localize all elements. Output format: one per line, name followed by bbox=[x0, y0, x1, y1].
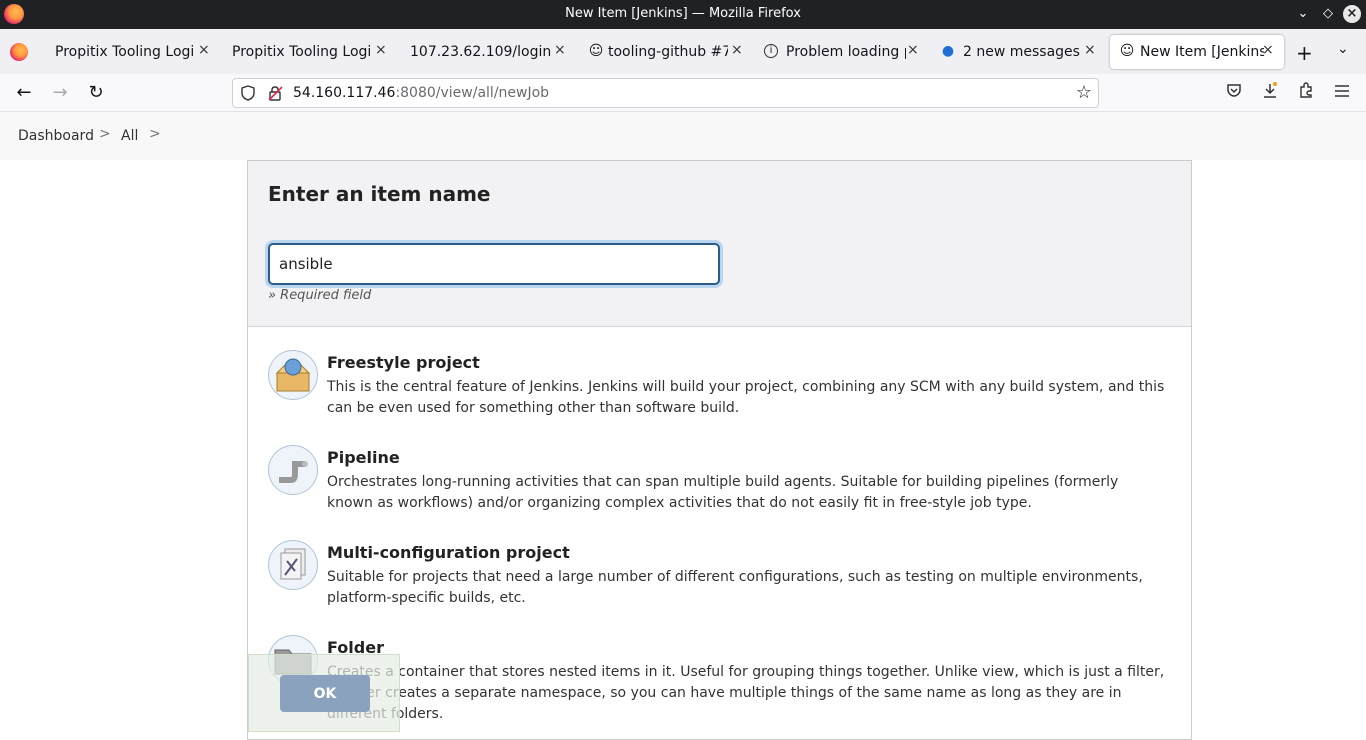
tab-label: Propitix Tooling Login bbox=[232, 44, 372, 60]
item-type-name: Freestyle project bbox=[327, 353, 480, 372]
list-all-tabs-button[interactable]: ⌄ bbox=[1337, 41, 1349, 57]
item-type-description: This is the central feature of Jenkins. … bbox=[327, 379, 1165, 416]
tab-new-item-jenkins[interactable]: ☺ New Item [Jenkins] × bbox=[1110, 35, 1284, 69]
pocket-icon[interactable] bbox=[1222, 82, 1246, 104]
tab-close-icon[interactable]: × bbox=[907, 42, 919, 58]
item-type-name: Pipeline bbox=[327, 448, 400, 467]
item-name-input[interactable] bbox=[268, 243, 720, 285]
new-item-panel: Enter an item name » Required field Free… bbox=[247, 160, 1192, 740]
extensions-icon[interactable] bbox=[1294, 82, 1318, 104]
navigation-bar: ← → ↻ 54.160.117.46:8080/view/all/newJob… bbox=[0, 74, 1366, 112]
tab-tooling-github[interactable]: ☺ tooling-github #7 [J × bbox=[576, 35, 748, 69]
tab-close-icon[interactable]: × bbox=[198, 42, 210, 58]
back-button[interactable]: ← bbox=[12, 82, 36, 104]
tab-label: 107.23.62.109/login.ph bbox=[410, 44, 552, 60]
item-type-description: Creates a container that stores nested i… bbox=[327, 664, 1165, 722]
ok-button-container: OK bbox=[248, 654, 400, 732]
breadcrumb-separator-icon[interactable]: > bbox=[149, 126, 161, 142]
info-icon: i bbox=[764, 44, 778, 58]
breadcrumb-separator-icon[interactable]: > bbox=[99, 126, 111, 142]
jenkins-icon: ☺ bbox=[1119, 43, 1135, 59]
pipeline-icon bbox=[268, 445, 318, 495]
tab-close-icon[interactable]: × bbox=[1262, 42, 1274, 58]
breadcrumb-all[interactable]: All bbox=[121, 128, 138, 144]
item-type-name: Multi-configuration project bbox=[327, 543, 570, 562]
tab-problem-loading[interactable]: i Problem loading pa × bbox=[752, 35, 924, 69]
freestyle-project-icon bbox=[268, 350, 318, 400]
ok-button[interactable]: OK bbox=[280, 675, 370, 712]
jenkins-icon: ☺ bbox=[588, 43, 604, 59]
bookmark-star-icon[interactable]: ☆ bbox=[1076, 82, 1092, 103]
tab-close-icon[interactable]: × bbox=[554, 42, 566, 58]
firefox-view-icon[interactable] bbox=[10, 43, 28, 61]
downloads-icon[interactable] bbox=[1258, 82, 1282, 104]
item-name-section: Enter an item name » Required field bbox=[248, 161, 1191, 327]
menu-icon[interactable] bbox=[1330, 82, 1354, 104]
new-tab-button[interactable]: + bbox=[1296, 41, 1313, 65]
forward-button[interactable]: → bbox=[48, 82, 72, 104]
shield-icon[interactable] bbox=[241, 85, 255, 101]
required-field-note: » Required field bbox=[268, 288, 372, 303]
multi-configuration-icon bbox=[268, 540, 318, 590]
minimize-button[interactable]: ⌄ bbox=[1294, 5, 1312, 23]
breadcrumb-dashboard[interactable]: Dashboard bbox=[18, 128, 94, 144]
tab-propitix-login-1[interactable]: Propitix Tooling Login × bbox=[40, 35, 216, 69]
tab-login-php[interactable]: 107.23.62.109/login.ph × bbox=[396, 35, 572, 69]
tab-close-icon[interactable]: × bbox=[375, 42, 387, 58]
maximize-button[interactable]: ◇ bbox=[1319, 5, 1337, 23]
page-title: Enter an item name bbox=[268, 182, 491, 206]
tab-label: Propitix Tooling Login bbox=[55, 44, 195, 60]
tab-new-messages[interactable]: ● 2 new messages × bbox=[928, 35, 1106, 69]
tab-label: Problem loading pa bbox=[786, 44, 906, 60]
tab-close-icon[interactable]: × bbox=[731, 42, 743, 58]
url-text[interactable]: 54.160.117.46:8080/view/all/newJob bbox=[293, 85, 549, 101]
close-window-button[interactable]: × bbox=[1343, 5, 1361, 23]
window-titlebar: New Item [Jenkins] — Mozilla Firefox ⌄ ◇… bbox=[0, 0, 1366, 29]
tab-label: New Item [Jenkins] bbox=[1140, 44, 1264, 60]
insecure-lock-icon[interactable] bbox=[267, 85, 283, 101]
breadcrumb: Dashboard > All > bbox=[0, 112, 1366, 160]
item-type-description: Orchestrates long-running activities tha… bbox=[327, 474, 1119, 511]
url-host: 54.160.117.46 bbox=[293, 85, 396, 101]
tab-close-icon[interactable]: × bbox=[1084, 42, 1096, 58]
chat-icon: ● bbox=[941, 43, 955, 59]
reload-button[interactable]: ↻ bbox=[84, 82, 108, 104]
tab-propitix-login-2[interactable]: Propitix Tooling Login × bbox=[218, 35, 394, 69]
address-bar[interactable]: 54.160.117.46:8080/view/all/newJob ☆ bbox=[232, 78, 1099, 108]
tab-label: tooling-github #7 [J bbox=[608, 44, 728, 60]
tab-label: 2 new messages bbox=[963, 44, 1080, 60]
item-type-description: Suitable for projects that need a large … bbox=[327, 569, 1143, 606]
window-title: New Item [Jenkins] — Mozilla Firefox bbox=[565, 6, 801, 21]
url-path: :8080/view/all/newJob bbox=[395, 85, 550, 101]
tab-strip: Propitix Tooling Login × Propitix Toolin… bbox=[0, 29, 1366, 74]
